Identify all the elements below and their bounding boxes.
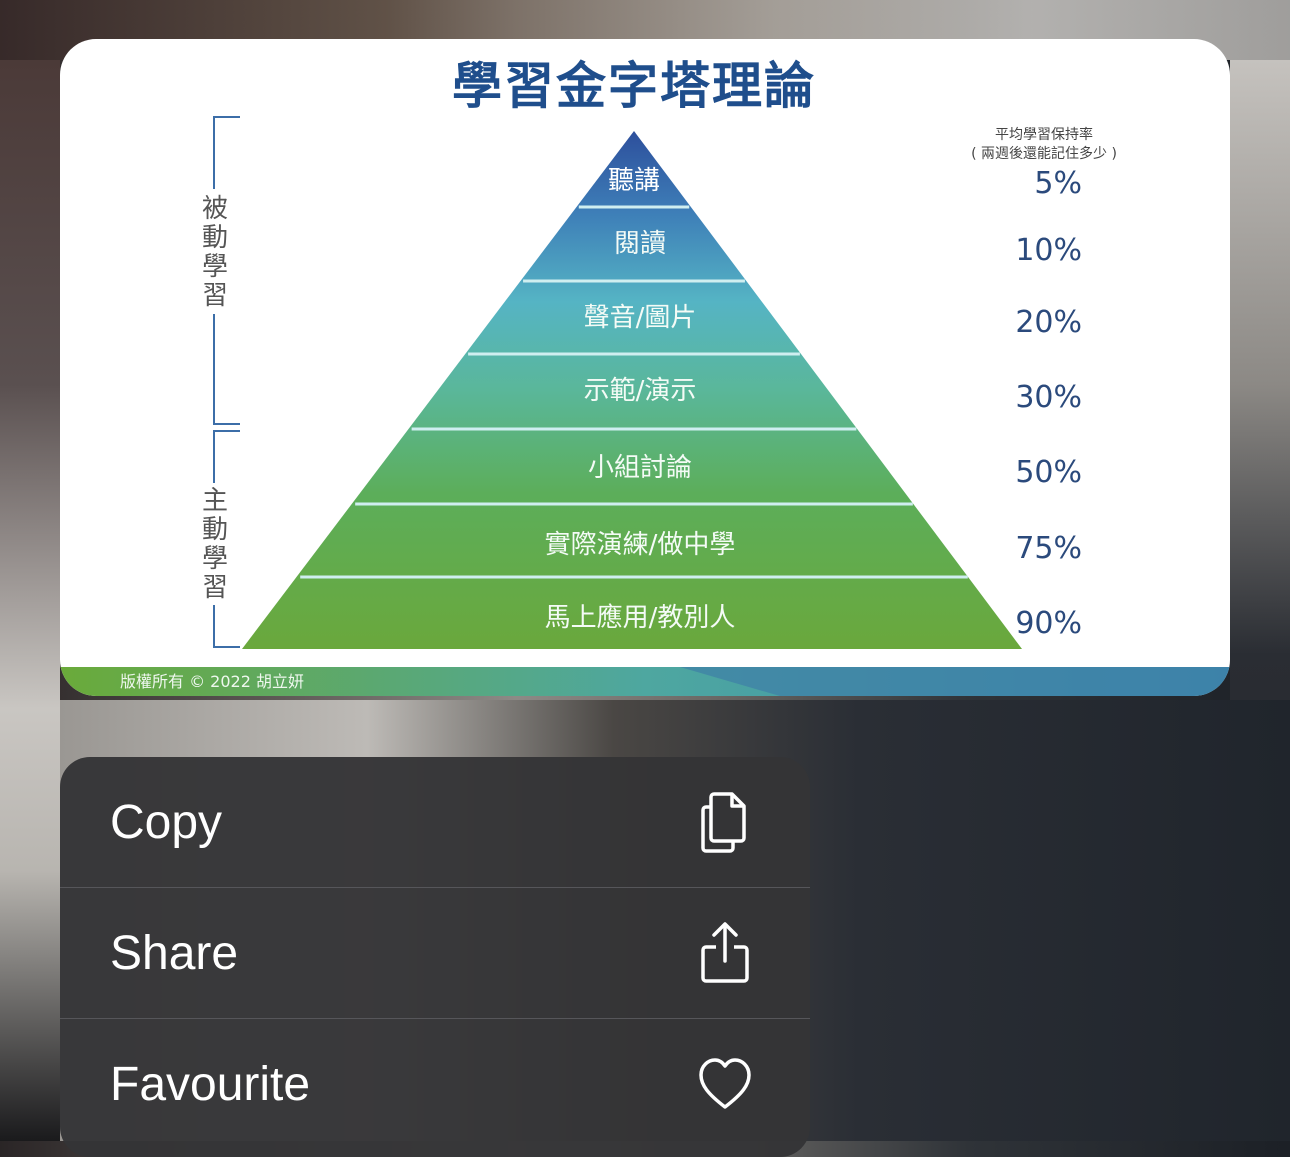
copy-menu-item[interactable]: Copy <box>60 757 810 888</box>
retention-rate: 5% <box>1034 166 1082 201</box>
heart-icon <box>698 1053 752 1117</box>
background-left <box>0 60 60 1141</box>
pyramid-slide: 學習金字塔理論 聽講閱讀聲音/圖片示範/演示小組討論實際演練/做中學馬上應用/教… <box>60 57 1230 696</box>
copyright-text: 版權所有 © 2022 胡立妍 <box>120 672 304 691</box>
share-label: Share <box>110 926 239 980</box>
rate-subheader: ( 兩週後還能記住多少 ) <box>971 145 1117 162</box>
retention-rate: 30% <box>1015 380 1082 415</box>
pyramid-level-label: 聲音/圖片 <box>584 303 697 333</box>
copy-icon <box>698 790 752 854</box>
retention-rate: 90% <box>1015 606 1082 641</box>
retention-rate: 75% <box>1015 531 1082 566</box>
pyramid-level-label: 聽講 <box>608 166 660 196</box>
favourite-label: Favourite <box>110 1058 311 1111</box>
favourite-menu-item[interactable]: Favourite <box>60 1019 810 1150</box>
retention-rate: 20% <box>1015 305 1082 340</box>
retention-rate: 50% <box>1015 455 1082 490</box>
active-learning-label: 主動學習 <box>202 486 228 603</box>
copy-label: Copy <box>110 795 223 849</box>
image-preview[interactable]: 學習金字塔理論 聽講閱讀聲音/圖片示範/演示小組討論實際演練/做中學 馬上應用/教… <box>60 39 1230 696</box>
pyramid-level-label: 小組討論 <box>588 453 692 483</box>
background-right <box>1230 60 1290 1141</box>
pyramid-level-label: 馬上應用/教別人 <box>545 603 736 633</box>
share-icon <box>698 921 752 985</box>
retention-rates: 5% 10% 20% 30% 50% 75% 90% <box>1015 166 1082 641</box>
pyramid-level-label: 閱讀 <box>614 229 666 259</box>
pyramid-level-label: 示範/演示 <box>584 376 697 406</box>
slide-title: 學習金字塔理論 <box>452 57 816 115</box>
passive-learning-label: 被動學習 <box>202 194 228 311</box>
pyramid-level-label: 實際演練/做中學 <box>545 530 736 560</box>
context-menu: Copy Share Favourite <box>60 757 810 1157</box>
share-menu-item[interactable]: Share <box>60 888 810 1019</box>
retention-rate: 10% <box>1015 233 1082 268</box>
rate-header: 平均學習保持率 <box>995 126 1093 143</box>
